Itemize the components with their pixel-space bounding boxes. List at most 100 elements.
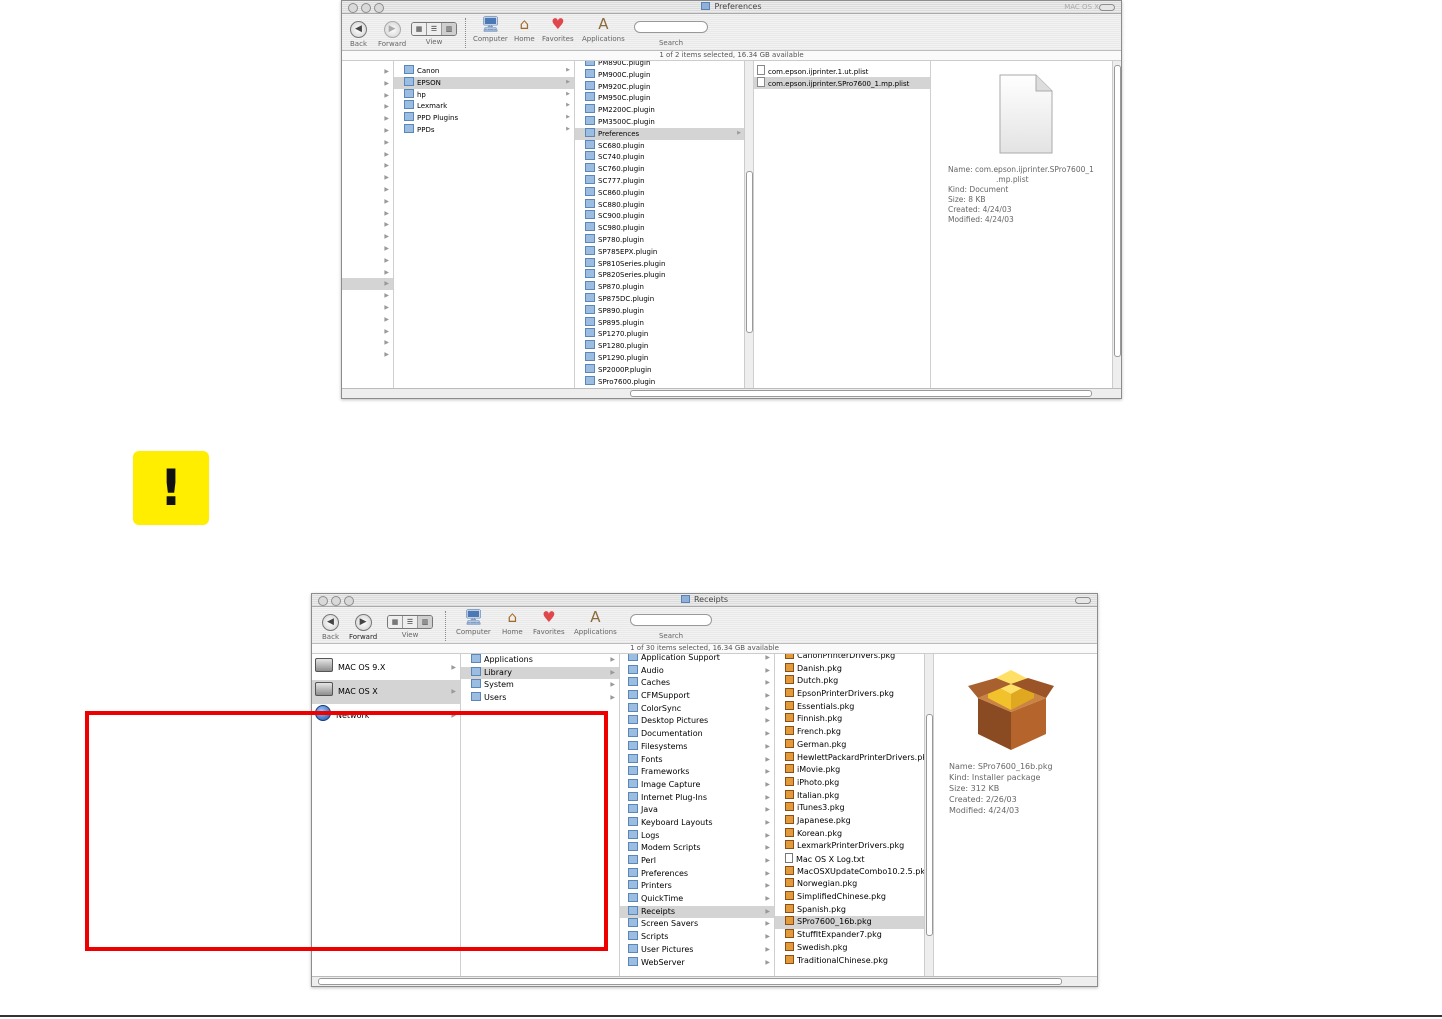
folder-row[interactable]: SP2000P.plugin — [575, 363, 753, 376]
column-1-row[interactable]: ▶ — [342, 255, 393, 267]
favorites-button[interactable]: ♥ Favorites — [542, 16, 574, 44]
folder-row[interactable]: SP785EPX.plugin — [575, 245, 753, 258]
file-row[interactable]: SimplifiedChinese.pkg — [775, 891, 933, 904]
column-view-icon[interactable]: ▥ — [442, 23, 456, 35]
horizontal-scrollbar[interactable] — [342, 388, 1121, 398]
file-row[interactable]: CanonPrinterDrivers.pkg — [775, 654, 933, 663]
folder-row[interactable]: WebServer ▶ — [620, 956, 774, 970]
folder-row[interactable]: Perl ▶ — [620, 855, 774, 868]
file-row[interactable]: SPro7600_16b.pkg — [775, 916, 933, 930]
volume-row[interactable]: MAC OS 9.X ▶ — [312, 656, 460, 680]
folder-row[interactable]: Image Capture ▶ — [620, 778, 774, 792]
column-1-row[interactable]: ▶ — [342, 337, 393, 349]
folder-row[interactable]: SC680.plugin — [575, 139, 753, 152]
folder-row[interactable]: EPSON ▶ — [394, 76, 574, 89]
home-button[interactable]: ⌂ Home — [502, 609, 523, 637]
file-row[interactable]: StuffItExpander7.pkg — [775, 929, 933, 942]
volume-row[interactable]: MAC OS X ▶ — [312, 680, 460, 704]
view-control[interactable]: ▦ ☰ ▥ View — [411, 16, 457, 46]
folder-row[interactable]: Preferences ▶ — [620, 867, 774, 881]
title-bar[interactable]: Receipts — [312, 594, 1097, 607]
column-1-row[interactable]: ▶ — [342, 149, 393, 161]
file-row[interactable]: French.pkg — [775, 726, 933, 739]
folder-row[interactable]: PM890C.plugin — [575, 61, 753, 69]
folder-row[interactable]: User Pictures ▶ — [620, 943, 774, 957]
back-button[interactable]: ◀ Back — [350, 16, 367, 48]
file-row[interactable]: Finnish.pkg — [775, 713, 933, 726]
folder-row[interactable]: Application Support ▶ — [620, 654, 774, 665]
folder-row[interactable]: Printers ▶ — [620, 880, 774, 893]
file-row[interactable]: MacOSXUpdateCombo10.2.5.pkg — [775, 865, 933, 879]
folder-row[interactable]: SP890.plugin — [575, 304, 753, 317]
file-row[interactable]: iTunes3.pkg — [775, 802, 933, 815]
folder-row[interactable]: PM950C.plugin — [575, 92, 753, 104]
folder-row[interactable]: Logs ▶ — [620, 829, 774, 843]
folder-row[interactable]: SC760.plugin — [575, 163, 753, 175]
computer-button[interactable]: 🖥 Computer — [473, 16, 508, 44]
folder-row[interactable]: System ▶ — [461, 679, 619, 692]
title-bar[interactable]: Preferences MAC OS X — [342, 1, 1121, 14]
back-button[interactable]: ◀ Back — [322, 609, 339, 641]
view-segmented-control[interactable]: ▦ ☰ ▥ — [387, 615, 433, 629]
folder-row[interactable]: PM2200C.plugin — [575, 104, 753, 116]
column-4[interactable]: CanonPrinterDrivers.pkg Danish.pkg Dutch.p… — [775, 654, 934, 976]
folder-row[interactable]: SP895.plugin — [575, 316, 753, 329]
column-2[interactable]: Canon ▶ EPSON ▶ hp ▶ Lexmark ▶ PPD Plugins ▶ PPDs ▶ — [394, 61, 575, 388]
column-1-row[interactable]: ▶ — [342, 278, 393, 291]
file-row[interactable]: HewlettPackardPrinterDrivers.pkg — [775, 751, 933, 765]
folder-row[interactable]: SP875DC.plugin — [575, 292, 753, 305]
icon-view-icon[interactable]: ▦ — [412, 23, 427, 35]
folder-row[interactable]: CFMSupport ▶ — [620, 690, 774, 703]
file-row[interactable]: com.epson.ijprinter.1.ut.plist — [754, 65, 930, 77]
file-row[interactable]: Italian.pkg — [775, 789, 933, 803]
view-segmented-control[interactable]: ▦ ☰ ▥ — [411, 22, 457, 36]
folder-row[interactable]: Java ▶ — [620, 804, 774, 817]
folder-row[interactable]: Library ▶ — [461, 666, 619, 680]
file-row[interactable]: Dutch.pkg — [775, 675, 933, 688]
file-row[interactable]: Essentials.pkg — [775, 700, 933, 714]
file-row[interactable]: iPhoto.pkg — [775, 776, 933, 790]
folder-row[interactable]: Applications ▶ — [461, 654, 619, 667]
column-1-row[interactable]: ▶ — [342, 326, 393, 338]
folder-row[interactable]: SC860.plugin — [575, 186, 753, 199]
column-1-row[interactable]: ▶ — [342, 219, 393, 231]
list-view-icon[interactable]: ☰ — [403, 616, 418, 628]
folder-row[interactable]: SC740.plugin — [575, 151, 753, 163]
file-row[interactable]: EpsonPrinterDrivers.pkg — [775, 688, 933, 701]
icon-view-icon[interactable]: ▦ — [388, 616, 403, 628]
folder-row[interactable]: Filesystems ▶ — [620, 740, 774, 754]
folder-row[interactable]: SC980.plugin — [575, 222, 753, 234]
column-1-row[interactable]: ▶ — [342, 243, 393, 255]
file-row[interactable]: LexmarkPrinterDrivers.pkg — [775, 840, 933, 853]
folder-row[interactable]: PM3500C.plugin — [575, 115, 753, 128]
folder-row[interactable]: Scripts ▶ — [620, 931, 774, 944]
column-3-scrollbar[interactable] — [744, 61, 753, 388]
folder-row[interactable]: Users ▶ — [461, 692, 619, 705]
column-1-row[interactable]: ▶ — [342, 231, 393, 243]
folder-row[interactable]: Audio ▶ — [620, 664, 774, 678]
folder-row[interactable]: Modem Scripts ▶ — [620, 842, 774, 855]
folder-row[interactable]: Caches ▶ — [620, 677, 774, 690]
search-input[interactable] — [634, 21, 708, 33]
folder-row[interactable]: ColorSync ▶ — [620, 702, 774, 716]
file-row[interactable]: Korean.pkg — [775, 827, 933, 841]
folder-row[interactable]: PM900C.plugin — [575, 68, 753, 81]
column-3[interactable]: Application Support ▶ Audio ▶ Caches ▶ CFMSupp… — [620, 654, 775, 976]
column-1-row[interactable]: ▶ — [342, 137, 393, 149]
preview-scrollbar[interactable] — [1112, 61, 1121, 388]
folder-row[interactable]: Frameworks ▶ — [620, 766, 774, 779]
forward-button[interactable]: ▶ Forward — [378, 16, 406, 48]
folder-row[interactable]: SP870.plugin — [575, 281, 753, 293]
folder-row[interactable]: SC880.plugin — [575, 198, 753, 211]
column-1-row[interactable]: ▶ — [342, 302, 393, 314]
file-row[interactable]: Swedish.pkg — [775, 941, 933, 955]
file-row[interactable]: Norwegian.pkg — [775, 878, 933, 891]
column-view-icon[interactable]: ▥ — [418, 616, 432, 628]
column-1-row[interactable]: ▶ — [342, 290, 393, 302]
column-1-row[interactable]: ▶ — [342, 208, 393, 220]
column-4-scrollbar[interactable] — [924, 654, 933, 976]
folder-row[interactable]: SP780.plugin — [575, 233, 753, 246]
column-1-row[interactable]: ▶ — [342, 349, 393, 361]
folder-row[interactable]: SP820Series.plugin — [575, 269, 753, 281]
column-1-row[interactable]: ▶ — [342, 160, 393, 172]
